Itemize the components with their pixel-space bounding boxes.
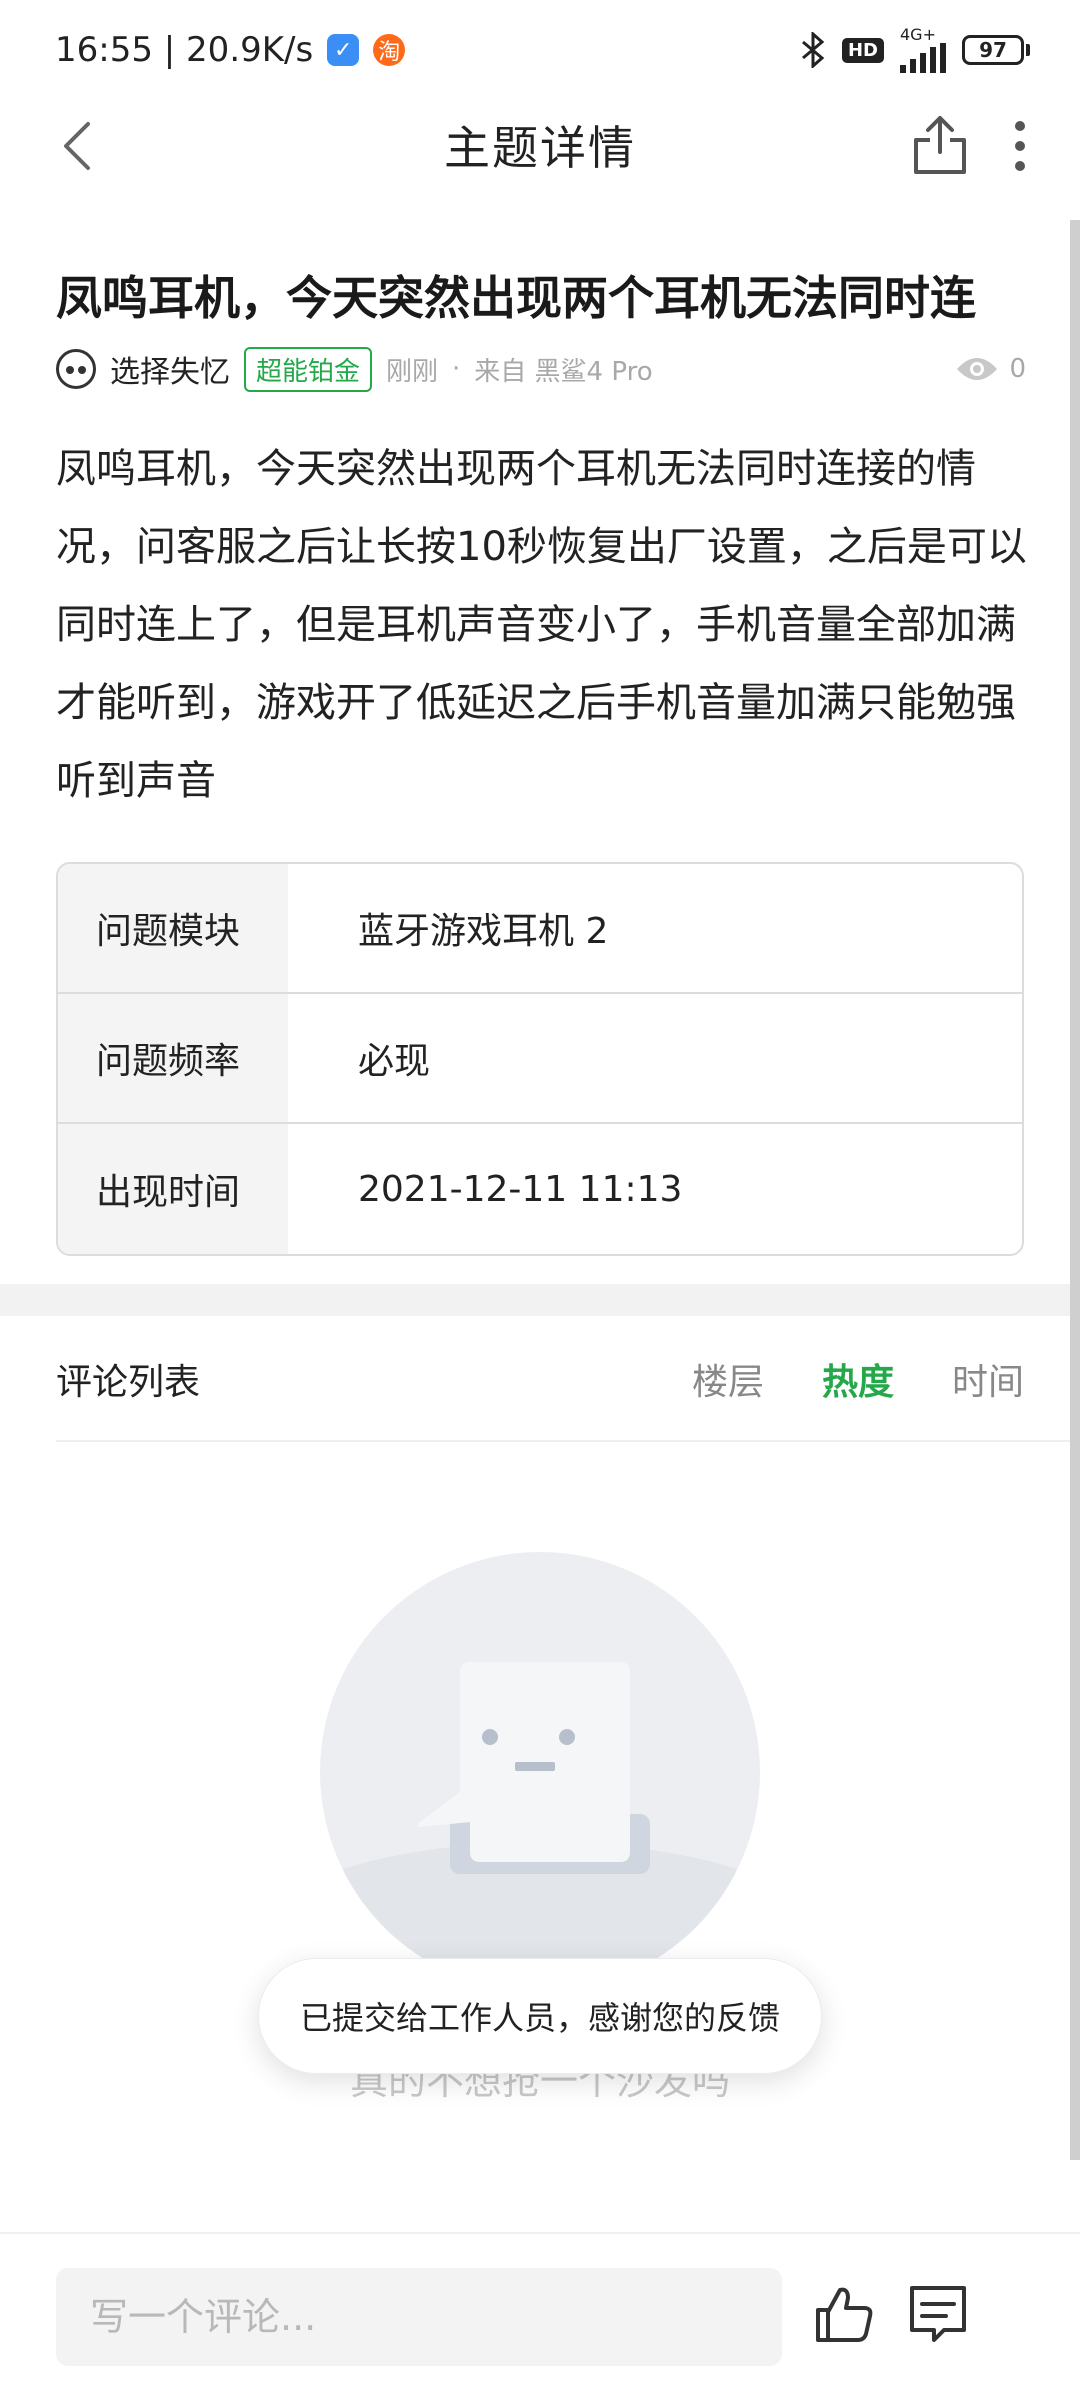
status-time-speed: 16:55 | 20.9K/s [55, 30, 314, 70]
page-title: 主题详情 [444, 121, 636, 175]
taobao-app-icon: 淘 [373, 34, 406, 66]
bottom-bar [0, 2232, 1080, 2400]
post-meta: 选择失忆 超能铂金 刚刚 · 来自 黑鲨4 Pro 0 [56, 344, 1026, 394]
status-left: 16:55 | 20.9K/s ✓ 淘 [55, 30, 406, 70]
status-right: HD 4G+ 97 [800, 27, 1030, 73]
back-icon[interactable] [52, 118, 102, 174]
info-value: 蓝牙游戏耳机 2 [358, 911, 609, 952]
level-badge: 超能铂金 [244, 346, 373, 392]
views-number: 0 [1009, 354, 1026, 384]
comments-header: 评论列表 楼层 热度 时间 [56, 1344, 1024, 1414]
hd-badge: HD [841, 37, 884, 63]
notification-check-icon: ✓ [327, 34, 360, 66]
info-row-frequency: 问题频率 必现 [58, 994, 1022, 1124]
author-name[interactable]: 选择失忆 [110, 347, 230, 391]
author-avatar[interactable] [56, 349, 96, 389]
info-value: 必现 [358, 1041, 431, 1082]
scrollbar-thumb[interactable] [1070, 220, 1080, 2160]
info-key: 问题模块 [58, 864, 288, 992]
info-row-module: 问题模块 蓝牙游戏耳机 2 [58, 864, 1022, 994]
views-count: 0 [955, 354, 1026, 384]
top-app-bar: 主题详情 [0, 100, 1080, 190]
empty-comments-illustration [320, 1552, 760, 1992]
info-row-time: 出现时间 2021-12-11 11:13 [58, 1124, 1022, 1254]
signal-icon [900, 43, 946, 73]
comments-title: 评论列表 [56, 1362, 201, 1403]
feedback-toast: 已提交给工作人员，感谢您的反馈 [258, 1958, 822, 2074]
sort-tab-hot[interactable]: 热度 [822, 1353, 894, 1405]
comment-input[interactable] [56, 2268, 782, 2366]
sort-tab-time[interactable]: 时间 [952, 1353, 1024, 1405]
post-time: 刚刚 [386, 356, 439, 387]
post-body: 凤鸣耳机，今天突然出现两个耳机无法同时连接的情况，问客服之后让长按10秒恢复出厂… [56, 446, 1027, 804]
network-type: 4G+ [900, 25, 936, 44]
info-value: 2021-12-11 11:13 [358, 1168, 683, 1210]
eye-icon [957, 358, 998, 380]
post-device: 来自 黑鲨4 Pro [474, 356, 653, 387]
meta-separator: · [452, 354, 461, 384]
like-icon[interactable] [812, 2282, 876, 2346]
info-key: 问题频率 [58, 994, 288, 1122]
battery-icon: 97 [962, 35, 1030, 65]
more-options-icon[interactable] [1000, 116, 1040, 176]
bluetooth-icon [802, 32, 825, 68]
post-title: 凤鸣耳机，今天突然出现两个耳机无法同时连 [56, 271, 976, 325]
share-icon[interactable] [910, 112, 970, 176]
issue-info-table: 问题模块 蓝牙游戏耳机 2 问题频率 必现 出现时间 2021-12-11 11… [56, 862, 1024, 1256]
battery-level: 97 [979, 38, 1007, 62]
info-key: 出现时间 [58, 1124, 288, 1254]
comments-separator [56, 1440, 1070, 1442]
comment-icon[interactable] [906, 2284, 970, 2344]
status-bar: 16:55 | 20.9K/s ✓ 淘 HD 4G+ 97 [0, 0, 1080, 100]
sort-tab-floor[interactable]: 楼层 [692, 1353, 764, 1405]
section-divider [0, 1284, 1070, 1316]
toast-text: 已提交给工作人员，感谢您的反馈 [299, 1999, 780, 2037]
sort-tabs: 楼层 热度 时间 [692, 1353, 1024, 1405]
